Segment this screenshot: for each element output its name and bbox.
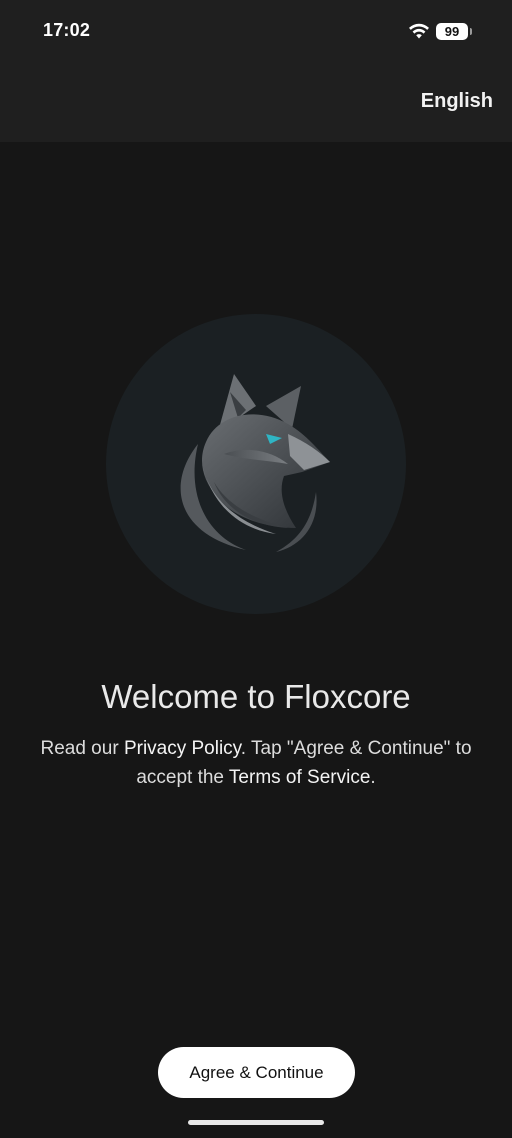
status-time: 17:02 bbox=[43, 20, 91, 40]
status-indicators: 99 bbox=[408, 20, 472, 42]
top-bar: 17:02 99 English bbox=[0, 0, 512, 142]
home-indicator bbox=[188, 1120, 324, 1125]
battery-icon: 99 bbox=[436, 22, 472, 40]
privacy-policy-link[interactable]: Privacy Policy bbox=[124, 738, 241, 759]
agree-continue-button[interactable]: Agree & Continue bbox=[158, 1047, 355, 1098]
welcome-text-part: . bbox=[370, 767, 376, 788]
language-button[interactable]: English bbox=[421, 90, 493, 113]
welcome-text-part: Read our bbox=[40, 738, 124, 759]
welcome-title: Welcome to Floxcore bbox=[101, 678, 411, 715]
app-logo bbox=[106, 314, 406, 614]
fox-logo-icon bbox=[180, 374, 330, 552]
terms-of-service-link[interactable]: Terms of Service bbox=[229, 767, 370, 788]
welcome-screen: 17:02 99 English Welcome to Floxcore Rea… bbox=[0, 0, 512, 1138]
welcome-message: Read our Privacy Policy. Tap "Agree & Co… bbox=[14, 734, 498, 792]
battery-level: 99 bbox=[444, 23, 460, 39]
wifi-icon bbox=[409, 23, 429, 39]
